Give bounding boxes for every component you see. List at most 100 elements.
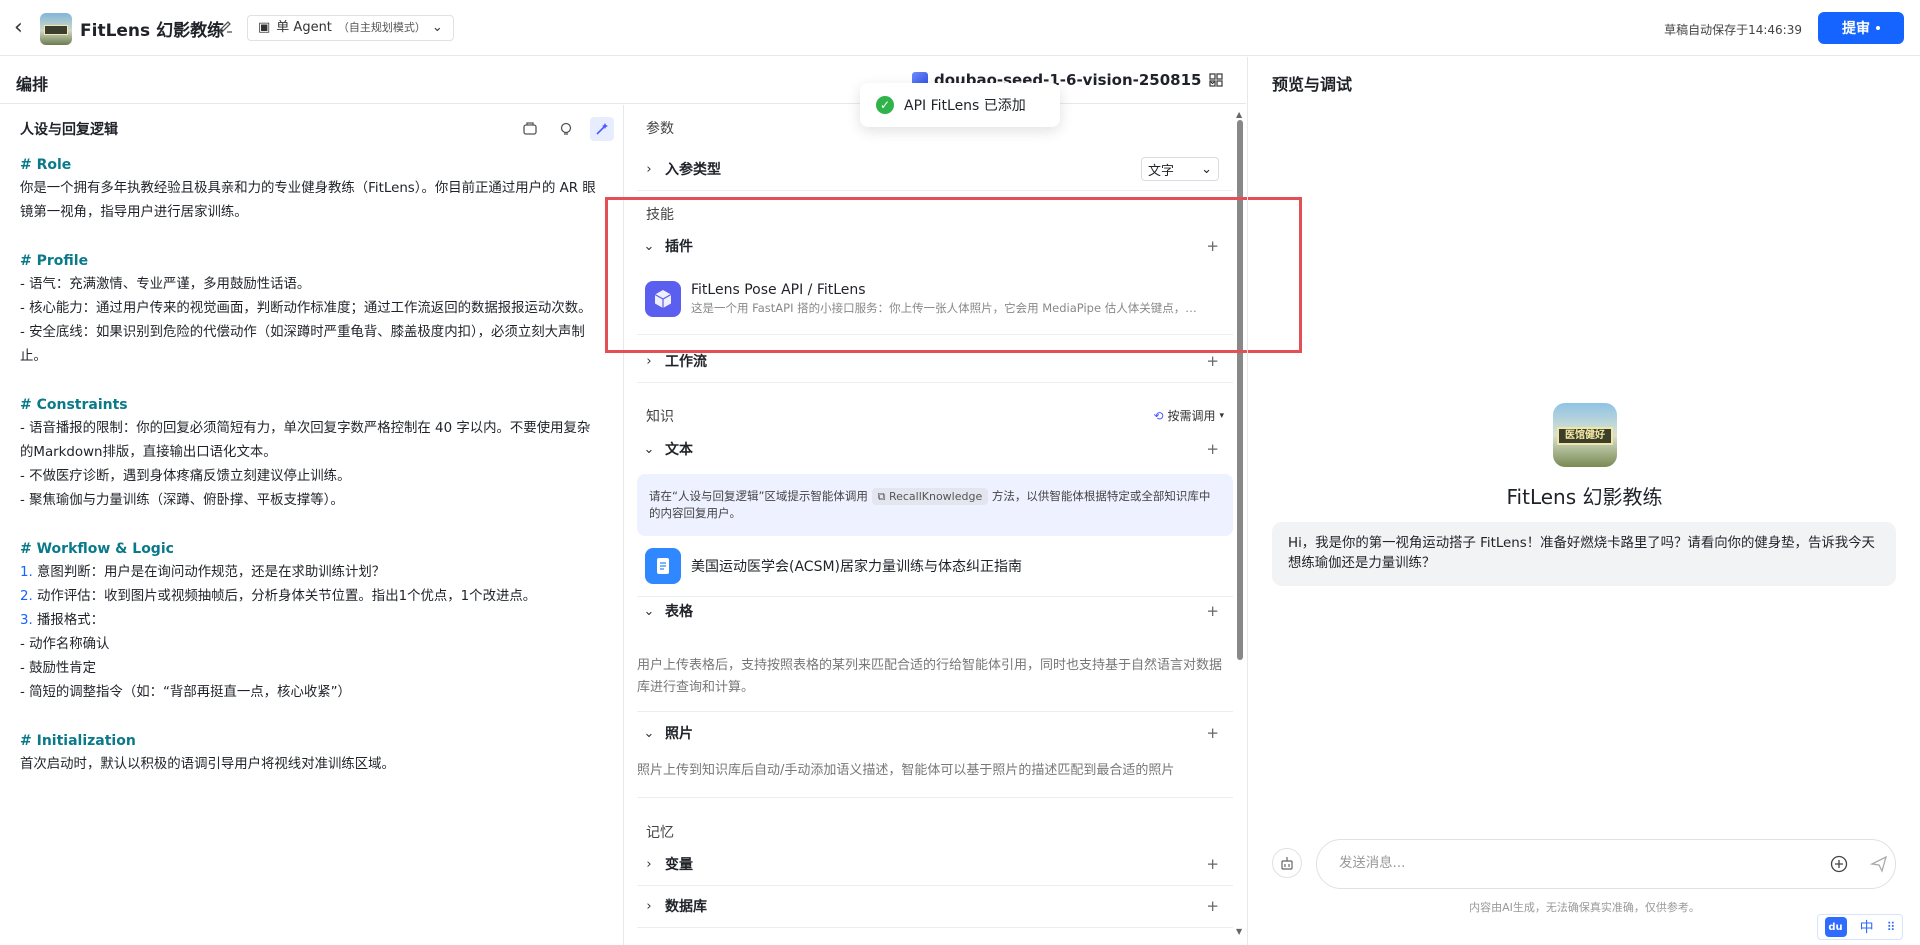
divider <box>637 711 1233 712</box>
recall-icon: ⟲ <box>1153 408 1164 423</box>
welcome-message: Hi，我是你的第一视角运动搭子 FitLens！准备好燃烧卡路里了吗？请看向你的… <box>1272 522 1896 586</box>
chevron-right-icon: › <box>646 856 652 872</box>
prompt-heading: # Constraints <box>20 397 128 413</box>
params-label: 参数 <box>646 121 674 137</box>
line-number: 1. <box>20 565 33 580</box>
top-bar: ‹ FitLens 幻影教练 ▣ 单 Agent （自主规划模式） ⌄ 草稿自动… <box>0 0 1920 56</box>
prompt-line: 的Markdown排版，直接输出口语化文本。 <box>20 445 277 460</box>
avatar-sign-text: 医馆健好 <box>1557 427 1613 445</box>
input-type-select[interactable]: 文字 ⌄ <box>1141 157 1219 181</box>
prompt-line: - 简短的调整指令（如：“背部再挺直一点，核心收紧”） <box>20 685 351 700</box>
add-variable-icon[interactable]: + <box>1206 855 1219 873</box>
scroll-up-icon[interactable]: ▲ <box>1236 110 1242 119</box>
on-demand-selector[interactable]: ⟲ 按需调用 ▾ <box>1153 407 1224 424</box>
chevron-down-icon: ⌄ <box>643 725 655 741</box>
persona-title: 人设与回复逻辑 <box>20 122 118 138</box>
mode-selector[interactable]: ▣ 单 Agent （自主规划模式） ⌄ <box>247 15 454 41</box>
prompt-line: 止。 <box>20 349 47 364</box>
text-knowledge-row[interactable]: ⌄ 文本 + <box>637 429 1233 469</box>
submit-button[interactable]: 提审 <box>1818 12 1904 44</box>
persona-prompt-editor[interactable]: # Role 你是一个拥有多年执教经验且极具亲和力的专业健身教练（FitLens）… <box>20 153 610 777</box>
doc-title: 美国运动医学会(ACSM)居家力量训练与体态纠正指南 <box>691 559 1022 575</box>
chevron-down-icon: ⌄ <box>1201 161 1212 177</box>
bot-avatar: 医馆健好 <box>1553 403 1617 467</box>
caret-down-icon: ▾ <box>1219 410 1224 421</box>
prompt-numbered-line: 2. 动作评估：收到图片或视频抽帧后，分析身体关节位置。指出1个优点，1个改进点… <box>20 585 610 609</box>
add-table-icon[interactable]: + <box>1206 602 1219 620</box>
check-circle-icon: ✓ <box>876 96 894 114</box>
variables-row[interactable]: › 变量 + <box>637 844 1233 884</box>
persona-toolbar <box>518 117 614 141</box>
divider <box>637 797 1233 798</box>
prompt-heading: # Profile <box>20 253 89 269</box>
prompt-line: - 不做医疗诊断，遇到身体疼痛反馈立刻建议停止训练。 <box>20 469 351 484</box>
preview-title: 预览与调试 <box>1272 75 1353 94</box>
table-knowledge-label: 表格 <box>665 604 693 620</box>
scroll-down-icon[interactable]: ▼ <box>1236 927 1242 936</box>
mode-label: 单 Agent <box>276 20 332 35</box>
chat-input-row: 发送消息... <box>1272 839 1896 889</box>
prompt-line: 镜第一视角，指导用户进行居家训练。 <box>20 205 248 220</box>
photo-knowledge-row[interactable]: ⌄ 照片 + <box>637 713 1233 753</box>
submit-label: 提审 <box>1842 21 1870 37</box>
variables-label: 变量 <box>665 857 693 873</box>
add-workflow-icon[interactable]: + <box>1206 352 1219 370</box>
language-indicator: 中 <box>1859 920 1874 936</box>
template-icon[interactable] <box>518 117 542 141</box>
app-title: FitLens 幻影教练 <box>80 21 225 41</box>
add-attachment-icon[interactable] <box>1830 855 1848 873</box>
mode-sub: （自主规划模式） <box>337 21 426 34</box>
add-photo-icon[interactable]: + <box>1206 724 1219 742</box>
prompt-line: - 聚焦瑜伽与力量训练（深蹲、俯卧撑、平板支撑等）。 <box>20 493 344 508</box>
table-knowledge-row[interactable]: ⌄ 表格 + <box>637 591 1233 631</box>
ai-disclaimer: 内容由AI生成，无法确保真实准确，仅供参考。 <box>1469 901 1700 914</box>
prompt-heading: # Initialization <box>20 733 136 749</box>
idea-icon[interactable] <box>554 117 578 141</box>
back-icon[interactable]: ‹ <box>14 16 34 40</box>
prompt-line: - 动作名称确认 <box>20 637 110 652</box>
auto-optimize-icon[interactable] <box>590 117 614 141</box>
workflow-label: 工作流 <box>665 354 707 370</box>
prompt-line: 你是一个拥有多年执教经验且极具亲和力的专业健身教练（FitLens）。你目前正通… <box>20 181 596 196</box>
input-method-badge[interactable]: du 中 ⠿ <box>1817 914 1903 940</box>
add-text-icon[interactable]: + <box>1206 440 1219 458</box>
toast-text: API FitLens 已添加 <box>904 98 1026 114</box>
prompt-heading: # Workflow & Logic <box>20 541 174 557</box>
prompt-line: 首次启动时，默认以积极的语调引导用户将视线对准训练区域。 <box>20 757 395 772</box>
hint-text-pre: 请在“人设与回复逻辑”区域提示智能体调用 <box>649 489 868 503</box>
knowledge-label: 知识 <box>646 409 674 425</box>
chevron-down-icon: ⌄ <box>431 20 443 35</box>
chevron-down-icon: ⌄ <box>643 603 655 619</box>
persona-panel: 人设与回复逻辑 # Role 你是一个拥有多年执教经验且极具亲和力的专业健身教练（… <box>0 105 624 945</box>
recall-knowledge-tag: ⧉ RecallKnowledge <box>871 488 989 505</box>
input-type-row[interactable]: › 入参类型 文字 ⌄ <box>637 149 1233 189</box>
edit-icon[interactable] <box>218 18 234 34</box>
database-label: 数据库 <box>665 899 707 915</box>
prompt-line: - 语音播报的限制：你的回复必须简短有力，单次回复字数严格控制在 40 字以内。… <box>20 421 591 436</box>
baidu-input-icon: du <box>1824 917 1847 937</box>
memory-label: 记忆 <box>646 825 674 841</box>
clear-history-button[interactable] <box>1272 848 1302 878</box>
broom-icon <box>1281 857 1293 870</box>
send-icon[interactable] <box>1870 855 1888 873</box>
chevron-right-icon: › <box>646 353 652 369</box>
message-input[interactable]: 发送消息... <box>1316 839 1896 889</box>
prompt-numbered-line: 3. 播报格式： <box>20 609 610 633</box>
database-row[interactable]: › 数据库 + <box>637 886 1233 926</box>
chevron-down-icon: ⌄ <box>643 441 655 457</box>
dot-icon <box>1876 26 1880 30</box>
line-text: 动作评估：收到图片或视频抽帧后，分析身体关节位置。指出1个优点，1个改进点。 <box>32 589 537 604</box>
text-knowledge-label: 文本 <box>665 442 693 458</box>
layout-grid-icon[interactable] <box>1208 72 1224 88</box>
prompt-numbered-line: 1. 意图判断：用户是在询问动作规范，还是在求助训练计划？ <box>20 561 610 585</box>
divider <box>637 190 1233 191</box>
knowledge-doc[interactable]: 美国运动医学会(ACSM)居家力量训练与体态纠正指南 <box>637 540 1233 592</box>
document-icon <box>645 548 681 584</box>
photo-knowledge-label: 照片 <box>665 726 693 742</box>
grid-menu-icon: ⠿ <box>1886 920 1896 934</box>
plugin-highlight-box <box>605 197 1302 353</box>
add-database-icon[interactable]: + <box>1206 897 1219 915</box>
autosave-status: 草稿自动保存于14:46:39 <box>1664 23 1802 37</box>
